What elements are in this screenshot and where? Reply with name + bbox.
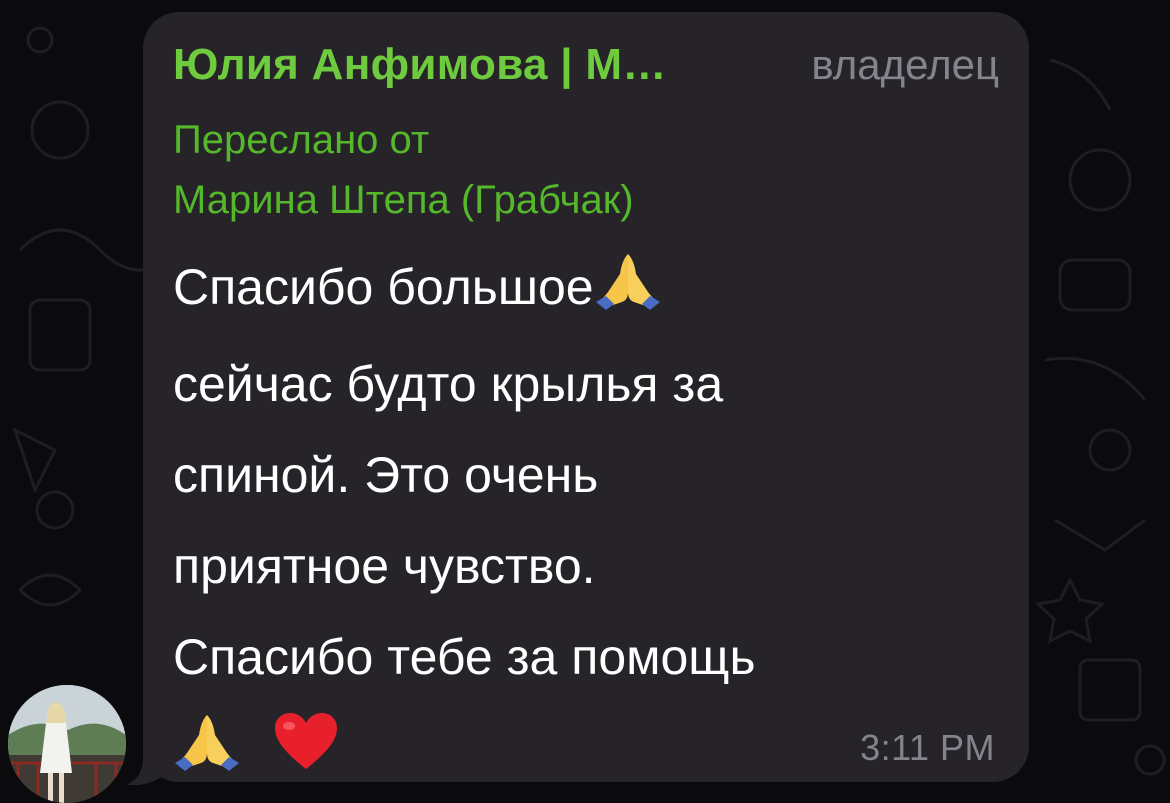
praying-hands-icon [594,248,662,339]
message-line: спиной. Это очень [173,447,599,503]
message-bubble[interactable]: Юлия Анфимова | М… владелец Переслано от… [143,12,1029,782]
message-line: сейчас будто крылья за [173,356,724,412]
message-line-text: Спасибо большое [173,259,594,315]
message-text: Спасибо большое сейчас будто крылья за с… [173,242,973,800]
praying-hands-icon [173,709,241,800]
sender-avatar[interactable] [8,685,126,803]
message-header: Юлия Анфимова | М… владелец [173,40,999,90]
avatar-photo [8,685,126,803]
message-timestamp: 3:11 PM [860,727,995,768]
red-heart-icon [273,709,339,800]
forwarded-from-name[interactable]: Марина Штепа (Грабчак) [173,170,634,230]
forwarded-label: Переслано от [173,118,430,162]
forwarded-header[interactable]: Переслано от Марина Штепа (Грабчак) [173,110,634,230]
message-line: приятное чувство. [173,538,596,594]
message-emoji-line [173,703,973,800]
message-line: Спасибо большое [173,242,973,339]
sender-name[interactable]: Юлия Анфимова | М… [173,40,667,90]
sender-role-badge: владелец [811,41,999,88]
message-line: Спасибо тебе за помощь [173,629,756,685]
